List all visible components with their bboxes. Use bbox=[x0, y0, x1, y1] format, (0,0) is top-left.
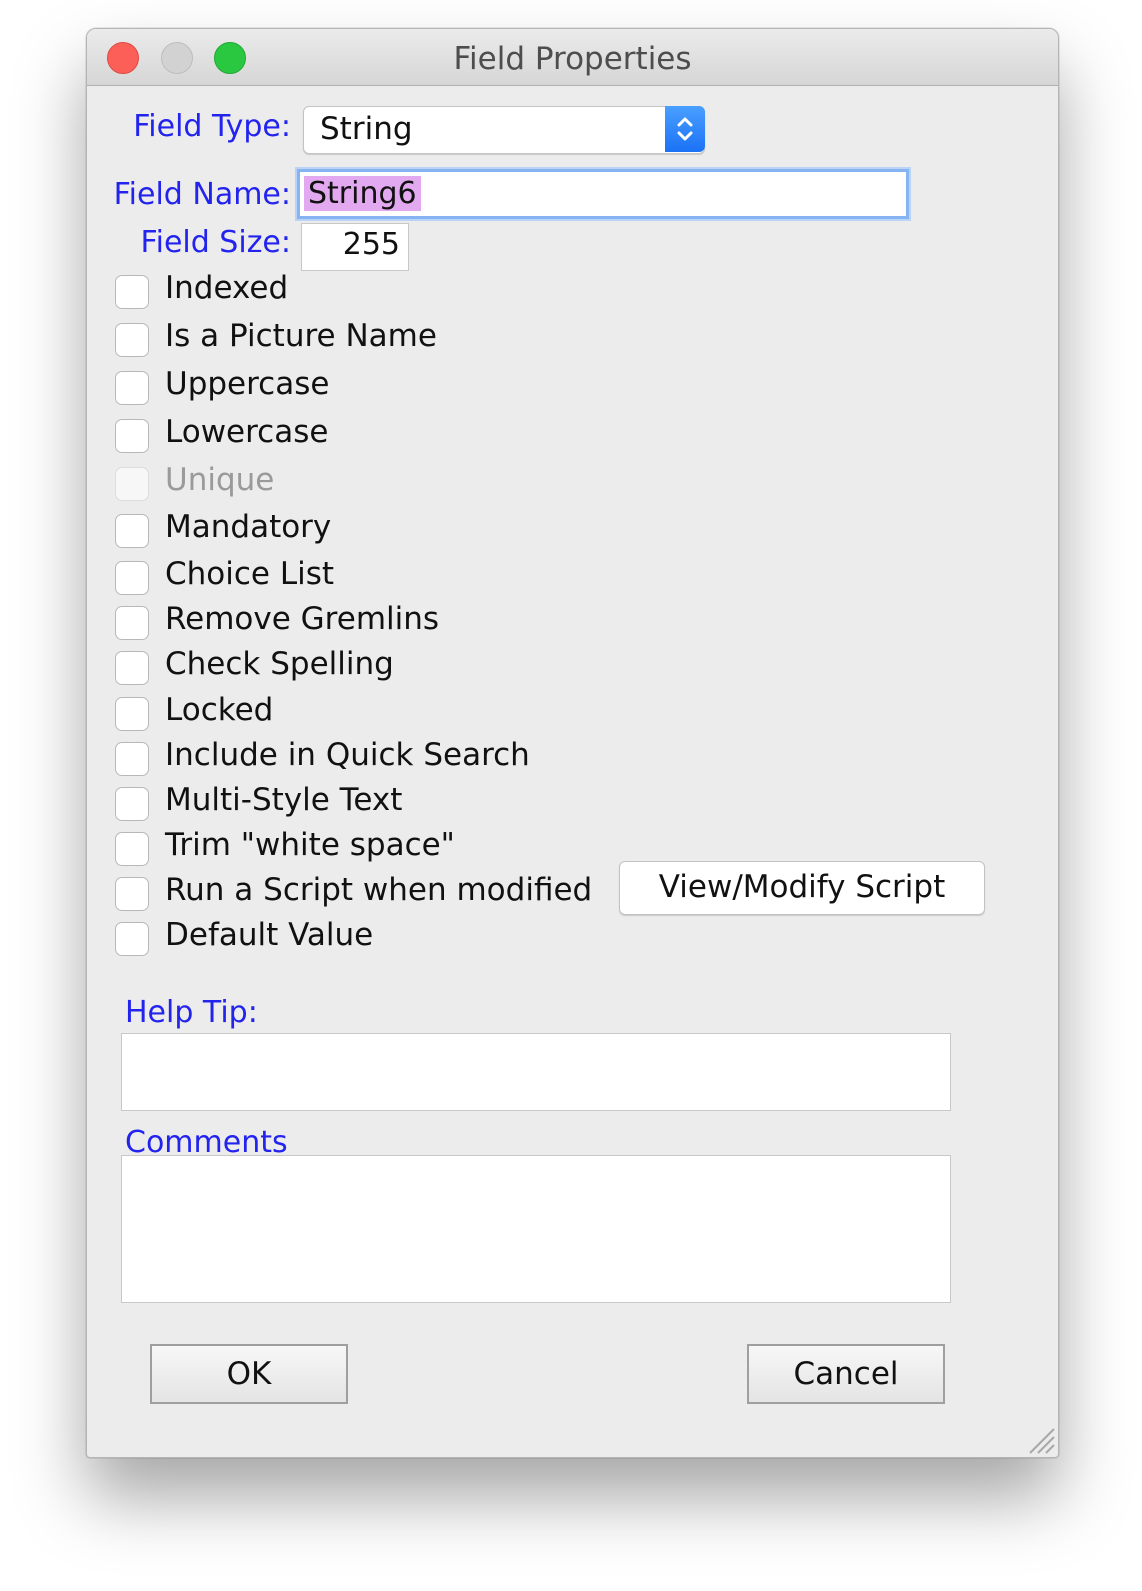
field-name-label: Field Name: bbox=[113, 177, 291, 212]
is-picture-name-checkbox[interactable] bbox=[115, 323, 149, 357]
title-bar[interactable]: Field Properties bbox=[87, 29, 1058, 86]
choice-list-label: Choice List bbox=[165, 556, 335, 592]
field-properties-window: Field Properties Field Type: String Fiel… bbox=[86, 28, 1059, 1458]
default-value-label: Default Value bbox=[165, 917, 374, 953]
lowercase-checkbox[interactable] bbox=[115, 419, 149, 453]
view-modify-script-button[interactable]: View/Modify Script bbox=[619, 861, 985, 915]
field-type-select[interactable]: String bbox=[303, 106, 705, 154]
unique-checkbox bbox=[115, 467, 149, 501]
mandatory-label: Mandatory bbox=[165, 509, 332, 545]
remove-gremlins-checkbox[interactable] bbox=[115, 606, 149, 640]
help-tip-label: Help Tip: bbox=[125, 995, 258, 1030]
trim-white-space-label: Trim "white space" bbox=[165, 827, 455, 863]
check-spelling-label: Check Spelling bbox=[165, 646, 394, 682]
field-size-value: 255 bbox=[342, 227, 400, 262]
run-script-label: Run a Script when modified bbox=[165, 872, 593, 908]
comments-textarea[interactable] bbox=[121, 1155, 951, 1303]
field-size-input[interactable]: 255 bbox=[301, 223, 409, 271]
include-quick-search-checkbox[interactable] bbox=[115, 742, 149, 776]
uppercase-checkbox[interactable] bbox=[115, 371, 149, 405]
include-quick-search-label: Include in Quick Search bbox=[165, 737, 530, 773]
remove-gremlins-label: Remove Gremlins bbox=[165, 601, 440, 637]
resize-grip-icon[interactable] bbox=[1022, 1421, 1056, 1455]
field-type-label: Field Type: bbox=[133, 109, 291, 144]
field-name-input[interactable]: String6 bbox=[297, 169, 909, 219]
field-size-label: Field Size: bbox=[140, 225, 291, 260]
locked-checkbox[interactable] bbox=[115, 697, 149, 731]
unique-label: Unique bbox=[165, 462, 275, 498]
default-value-checkbox[interactable] bbox=[115, 922, 149, 956]
ok-button[interactable]: OK bbox=[150, 1344, 348, 1404]
choice-list-checkbox[interactable] bbox=[115, 561, 149, 595]
chevron-updown-icon bbox=[665, 106, 705, 152]
is-picture-name-label: Is a Picture Name bbox=[165, 318, 437, 354]
help-tip-input[interactable] bbox=[121, 1033, 951, 1111]
check-spelling-checkbox[interactable] bbox=[115, 651, 149, 685]
run-script-checkbox[interactable] bbox=[115, 877, 149, 911]
locked-label: Locked bbox=[165, 692, 274, 728]
field-name-value: String6 bbox=[304, 176, 421, 211]
lowercase-label: Lowercase bbox=[165, 414, 329, 450]
cancel-button[interactable]: Cancel bbox=[747, 1344, 945, 1404]
field-type-value: String bbox=[320, 111, 413, 147]
multi-style-text-label: Multi-Style Text bbox=[165, 782, 403, 818]
uppercase-label: Uppercase bbox=[165, 366, 330, 402]
multi-style-text-checkbox[interactable] bbox=[115, 787, 149, 821]
indexed-checkbox[interactable] bbox=[115, 275, 149, 309]
mandatory-checkbox[interactable] bbox=[115, 514, 149, 548]
indexed-label: Indexed bbox=[165, 270, 289, 306]
trim-white-space-checkbox[interactable] bbox=[115, 832, 149, 866]
window-title: Field Properties bbox=[453, 41, 692, 77]
